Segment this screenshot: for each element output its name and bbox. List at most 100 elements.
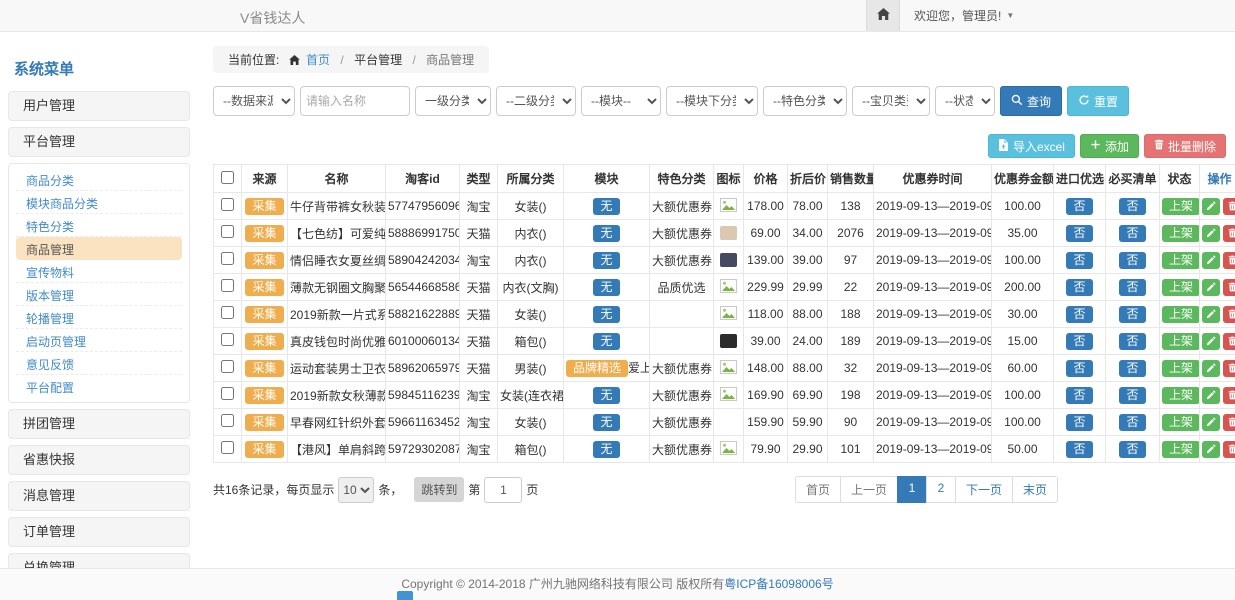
batch-delete-button[interactable]: 批量删除 bbox=[1144, 134, 1226, 158]
row-checkbox[interactable] bbox=[221, 252, 234, 265]
must-buy-toggle[interactable]: 否 bbox=[1119, 414, 1145, 431]
delete-button[interactable] bbox=[1223, 198, 1235, 215]
sidebar-section-savings-express[interactable]: 省惠快报 bbox=[8, 445, 190, 475]
must-buy-toggle[interactable]: 否 bbox=[1119, 441, 1145, 458]
page-button-下一页[interactable]: 下一页 bbox=[955, 476, 1013, 503]
row-checkbox[interactable] bbox=[221, 387, 234, 400]
row-checkbox[interactable] bbox=[221, 279, 234, 292]
filter-item-type-select[interactable]: --宝贝类型-- bbox=[852, 86, 930, 116]
status-toggle[interactable]: 上架 bbox=[1162, 225, 1200, 242]
page-button-末页[interactable]: 末页 bbox=[1012, 476, 1058, 503]
sidebar-item-splash-page-management[interactable]: 启动页管理 bbox=[16, 329, 182, 352]
page-size-select[interactable]: 10 bbox=[338, 477, 374, 503]
filter-data-source-select[interactable]: --数据来源-- bbox=[213, 86, 295, 116]
select-all-checkbox[interactable] bbox=[221, 171, 234, 184]
status-toggle[interactable]: 上架 bbox=[1162, 279, 1200, 296]
delete-button[interactable] bbox=[1223, 414, 1235, 431]
import-optional-toggle[interactable]: 否 bbox=[1066, 441, 1092, 458]
edit-button[interactable] bbox=[1202, 198, 1220, 215]
delete-button[interactable] bbox=[1223, 441, 1235, 458]
must-buy-toggle[interactable]: 否 bbox=[1119, 198, 1145, 215]
page-button-上一页[interactable]: 上一页 bbox=[840, 476, 898, 503]
jump-page-input[interactable] bbox=[484, 477, 522, 503]
sidebar-item-module-goods-category[interactable]: 模块商品分类 bbox=[16, 191, 182, 214]
filter-status-select[interactable]: --状态-- bbox=[935, 86, 995, 116]
must-buy-toggle[interactable]: 否 bbox=[1119, 333, 1145, 350]
edit-button[interactable] bbox=[1202, 414, 1220, 431]
add-button[interactable]: 添加 bbox=[1080, 134, 1139, 158]
sidebar-item-feature-category[interactable]: 特色分类 bbox=[16, 214, 182, 237]
row-checkbox[interactable] bbox=[221, 333, 234, 346]
filter-level2-category-select[interactable]: --二级分类-- bbox=[496, 86, 576, 116]
filter-feature-category-select[interactable]: --特色分类-- bbox=[763, 86, 847, 116]
delete-button[interactable] bbox=[1223, 252, 1235, 269]
sidebar-item-feedback[interactable]: 意见反馈 bbox=[16, 352, 182, 375]
import-excel-button[interactable]: 导入excel bbox=[988, 134, 1075, 158]
row-checkbox[interactable] bbox=[221, 414, 234, 427]
import-optional-toggle[interactable]: 否 bbox=[1066, 333, 1092, 350]
sidebar-section-message-management[interactable]: 消息管理 bbox=[8, 481, 190, 511]
status-toggle[interactable]: 上架 bbox=[1162, 333, 1200, 350]
status-toggle[interactable]: 上架 bbox=[1162, 387, 1200, 404]
user-menu[interactable]: 欢迎您，管理员! ▼ bbox=[900, 0, 1028, 31]
edit-button[interactable] bbox=[1202, 441, 1220, 458]
page-button-2[interactable]: 2 bbox=[926, 476, 956, 503]
import-optional-toggle[interactable]: 否 bbox=[1066, 198, 1092, 215]
edit-button[interactable] bbox=[1202, 279, 1220, 296]
edit-button[interactable] bbox=[1202, 225, 1220, 242]
import-optional-toggle[interactable]: 否 bbox=[1066, 279, 1092, 296]
import-optional-toggle[interactable]: 否 bbox=[1066, 252, 1092, 269]
jump-to-button[interactable]: 跳转到 bbox=[414, 477, 464, 502]
delete-button[interactable] bbox=[1223, 387, 1235, 404]
must-buy-toggle[interactable]: 否 bbox=[1119, 360, 1145, 377]
reset-button[interactable]: 重置 bbox=[1067, 86, 1129, 116]
search-button[interactable]: 查询 bbox=[1000, 86, 1062, 116]
import-optional-toggle[interactable]: 否 bbox=[1066, 414, 1092, 431]
delete-button[interactable] bbox=[1223, 225, 1235, 242]
edit-button[interactable] bbox=[1202, 252, 1220, 269]
row-checkbox[interactable] bbox=[221, 360, 234, 373]
delete-button[interactable] bbox=[1223, 333, 1235, 350]
filter-module-sub-category-select[interactable]: --模块下分类-- bbox=[666, 86, 758, 116]
sidebar-item-platform-config[interactable]: 平台配置 bbox=[16, 375, 182, 398]
row-checkbox[interactable] bbox=[221, 225, 234, 238]
status-toggle[interactable]: 上架 bbox=[1162, 441, 1200, 458]
import-optional-toggle[interactable]: 否 bbox=[1066, 306, 1092, 323]
row-checkbox[interactable] bbox=[221, 306, 234, 319]
home-button[interactable] bbox=[866, 0, 900, 31]
must-buy-toggle[interactable]: 否 bbox=[1119, 279, 1145, 296]
breadcrumb-home-link[interactable]: 首页 bbox=[306, 53, 330, 67]
row-checkbox[interactable] bbox=[221, 441, 234, 454]
sidebar-section-order-management[interactable]: 订单管理 bbox=[8, 517, 190, 547]
status-toggle[interactable]: 上架 bbox=[1162, 414, 1200, 431]
page-button-首页[interactable]: 首页 bbox=[795, 476, 841, 503]
must-buy-toggle[interactable]: 否 bbox=[1119, 306, 1145, 323]
sidebar-item-goods-category[interactable]: 商品分类 bbox=[16, 168, 182, 191]
sidebar-item-version-management[interactable]: 版本管理 bbox=[16, 283, 182, 306]
filter-level1-category-select[interactable]: 一级分类 bbox=[415, 86, 491, 116]
edit-button[interactable] bbox=[1202, 387, 1220, 404]
import-optional-toggle[interactable]: 否 bbox=[1066, 387, 1092, 404]
icp-link[interactable]: 粤ICP备16098006号 bbox=[724, 577, 833, 591]
status-toggle[interactable]: 上架 bbox=[1162, 360, 1200, 377]
edit-button[interactable] bbox=[1202, 360, 1220, 377]
sidebar-section-group-buy-management[interactable]: 拼团管理 bbox=[8, 409, 190, 439]
import-optional-toggle[interactable]: 否 bbox=[1066, 225, 1092, 242]
delete-button[interactable] bbox=[1223, 279, 1235, 296]
page-button-1[interactable]: 1 bbox=[897, 476, 927, 503]
sidebar-item-carousel-management[interactable]: 轮播管理 bbox=[16, 306, 182, 329]
must-buy-toggle[interactable]: 否 bbox=[1119, 387, 1145, 404]
must-buy-toggle[interactable]: 否 bbox=[1119, 252, 1145, 269]
edit-button[interactable] bbox=[1202, 306, 1220, 323]
delete-button[interactable] bbox=[1223, 306, 1235, 323]
filter-name-input[interactable] bbox=[300, 86, 410, 116]
sidebar-item-goods-management[interactable]: 商品管理 bbox=[16, 237, 182, 260]
sidebar-section-platform-management[interactable]: 平台管理 bbox=[8, 127, 190, 157]
delete-button[interactable] bbox=[1223, 360, 1235, 377]
status-toggle[interactable]: 上架 bbox=[1162, 252, 1200, 269]
must-buy-toggle[interactable]: 否 bbox=[1119, 225, 1145, 242]
filter-module-select[interactable]: --模块-- bbox=[581, 86, 661, 116]
sidebar-item-promo-materials[interactable]: 宣传物料 bbox=[16, 260, 182, 283]
sidebar-section-user-management[interactable]: 用户管理 bbox=[8, 91, 190, 121]
status-toggle[interactable]: 上架 bbox=[1162, 198, 1200, 215]
